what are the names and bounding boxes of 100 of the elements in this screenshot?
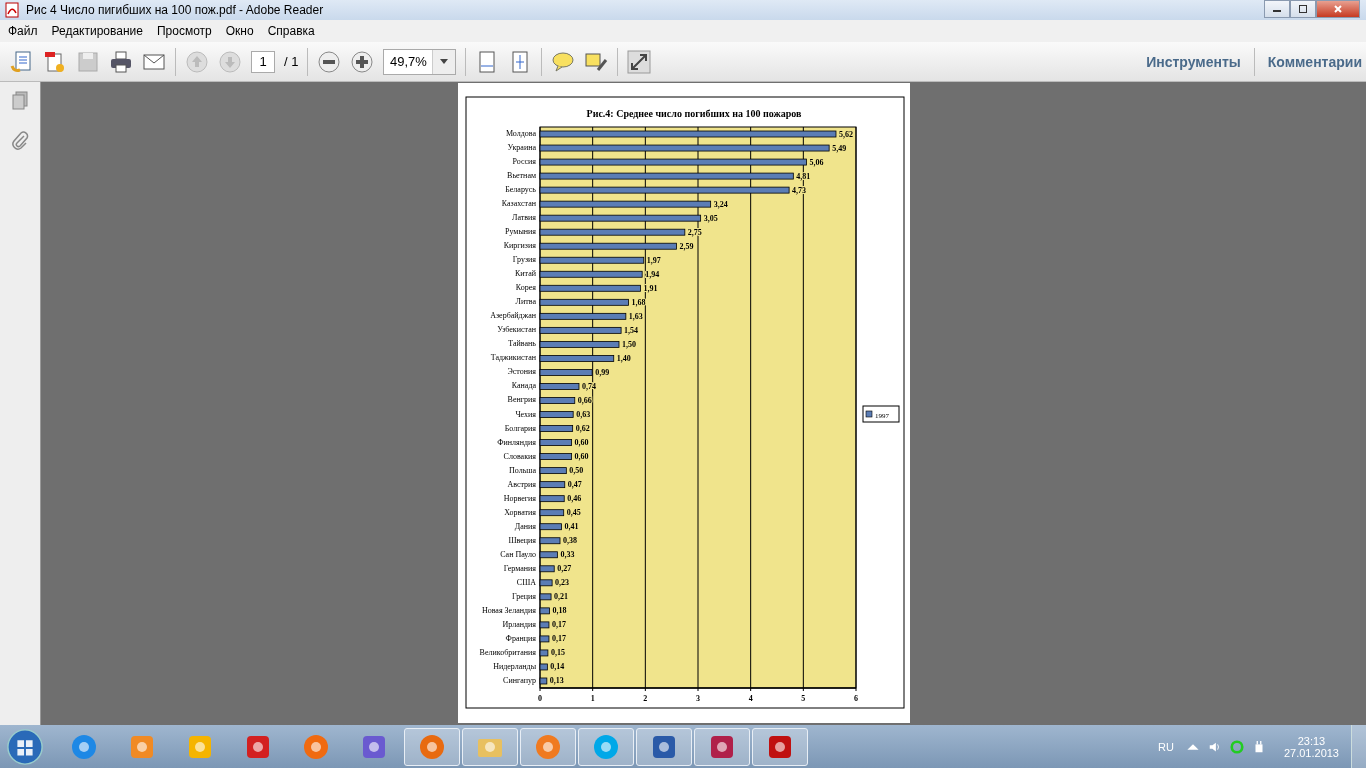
category-label: Норвегия [503, 493, 536, 503]
window-title: Рис 4 Число пигибших на 100 пож.pdf - Adobe Reader [26, 3, 324, 17]
expand-icon[interactable] [627, 49, 652, 74]
app-icon [302, 732, 330, 761]
panel-button[interactable]: Инструменты [1142, 53, 1245, 70]
menu-item[interactable]: Окно [219, 24, 260, 38]
taskbar-button[interactable] [752, 727, 808, 766]
menu-item[interactable]: Справка [261, 24, 321, 38]
category-label: Канада [511, 381, 536, 391]
category-label: Болгария [504, 423, 536, 433]
category-label: Сингапур [502, 676, 536, 685]
maximize-icon [1298, 4, 1308, 14]
document-icon[interactable] [10, 49, 34, 74]
pages-icon[interactable] [10, 90, 30, 110]
value-label: 3,24 [713, 199, 728, 209]
x-tick-label: 3 [695, 694, 700, 703]
category-label: Австрия [506, 479, 536, 489]
value-label: 0,45 [566, 508, 581, 518]
legend-box [862, 405, 899, 423]
paperclip-icon[interactable] [10, 130, 30, 150]
category-label: Дания [514, 521, 536, 531]
taskbar-button[interactable] [694, 727, 750, 766]
x-tick-label: 4 [748, 694, 753, 703]
value-label: 0,38 [562, 536, 577, 546]
value-label: 2,75 [687, 227, 702, 237]
save-icon[interactable] [76, 49, 100, 74]
taskbar-button[interactable] [520, 727, 576, 766]
value-label: 1,68 [631, 297, 645, 307]
category-label: Казахстан [501, 199, 536, 209]
x-tick-label: 2 [642, 694, 647, 703]
value-label: 0,46 [566, 494, 581, 504]
value-label: 0,17 [551, 634, 566, 644]
value-label: 1,54 [623, 325, 638, 335]
caret-icon [440, 59, 449, 64]
category-label: Великобритания [479, 647, 536, 657]
category-label: Сан Пауло [499, 549, 536, 559]
value-label: 5,62 [838, 129, 853, 139]
zoom-dropdown[interactable]: 49,7% [383, 48, 457, 75]
minimize-button[interactable] [1264, 0, 1290, 18]
category-label: Корея [515, 283, 536, 293]
panel-button[interactable]: Комментарии [1263, 53, 1366, 70]
category-label: Франция [505, 633, 536, 643]
value-label: 2,59 [678, 241, 693, 251]
category-label: Польша [508, 465, 536, 475]
category-label: Румыния [504, 227, 536, 237]
close-button[interactable] [1316, 0, 1360, 18]
category-label: Финляндия [496, 437, 536, 447]
category-label: Венгрия [507, 395, 536, 405]
menu-item[interactable]: Просмотр [150, 24, 218, 38]
start-button[interactable] [6, 727, 44, 766]
show-desktop-button[interactable] [1351, 725, 1366, 768]
value-label: 0,18 [552, 606, 566, 616]
category-label: Швеция [507, 535, 536, 545]
value-label: 0,33 [559, 550, 574, 560]
legend-swatch [865, 410, 872, 418]
pdf-icon [4, 2, 20, 18]
chart-title: Рис.4: Среднее число погибших на 100 пожаров [586, 108, 801, 119]
speech-bubble-icon[interactable] [551, 49, 576, 74]
app-icon [592, 732, 620, 761]
page-total: / 1 [284, 54, 299, 69]
value-label: 0,14 [549, 662, 564, 672]
taskbar-button[interactable] [636, 727, 692, 766]
close-icon [1333, 4, 1343, 14]
category-label: Литва [515, 297, 536, 307]
category-label: Словакия [503, 451, 536, 461]
category-label: Узбекистан [496, 325, 536, 335]
category-label: Украина [507, 143, 536, 153]
category-label: Беларусь [504, 185, 536, 195]
menu-item[interactable]: Редактирование [45, 24, 149, 38]
category-label: Греция [511, 591, 536, 601]
category-label: Киргизия [503, 241, 536, 251]
category-label: Молдова [505, 129, 536, 138]
menu-item[interactable]: Файл [2, 24, 44, 38]
category-label: Новая Зеландия [481, 605, 536, 615]
document-gear-icon[interactable] [43, 49, 67, 74]
zoom-in-icon[interactable] [350, 49, 375, 74]
print-icon[interactable] [109, 49, 133, 74]
value-label: 0,23 [554, 578, 569, 588]
value-label: 0,13 [549, 676, 564, 686]
category-label: Тайвань [507, 339, 536, 349]
taskbar-button[interactable] [404, 727, 460, 766]
value-label: 0,66 [577, 396, 592, 405]
app-icon [534, 732, 562, 761]
category-label: Азербайджан [489, 311, 536, 321]
zoom-out-icon[interactable] [317, 49, 342, 74]
value-label: 0,47 [567, 480, 582, 490]
category-label: Хорватия [503, 507, 536, 517]
value-label: 5,06 [809, 157, 823, 167]
category-label: Латвия [511, 213, 536, 223]
category-label: Грузия [512, 255, 536, 265]
value-label: 0,17 [551, 620, 566, 630]
value-label: 0,15 [550, 648, 565, 658]
category-label: Россия [512, 157, 536, 167]
maximize-button[interactable] [1290, 0, 1316, 18]
value-label: 0,99 [594, 367, 609, 377]
value-label: 0,41 [564, 522, 579, 532]
page-number-field[interactable]: 1 [251, 50, 275, 73]
value-label: 0,63 [575, 410, 590, 419]
category-label: Эстония [507, 367, 536, 377]
value-label: 1,97 [646, 255, 661, 265]
